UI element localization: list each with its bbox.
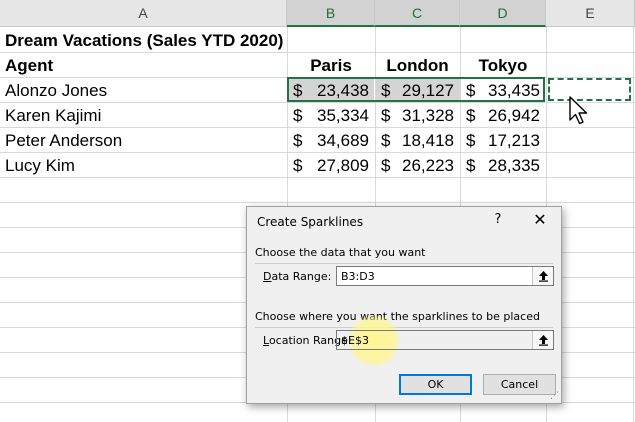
sales-cell[interactable]: $26,942 xyxy=(460,103,546,128)
gridline xyxy=(0,202,635,203)
currency-symbol: $ xyxy=(381,105,391,125)
help-button[interactable]: ? xyxy=(490,212,506,228)
create-sparklines-dialog: Create Sparklines ? ✕ Choose the data th… xyxy=(246,206,562,404)
location-range-value: $E$3 xyxy=(341,333,369,347)
sales-value: 27,809 xyxy=(317,155,369,175)
agent-cell[interactable]: Peter Anderson xyxy=(5,128,275,153)
data-group-label: Choose the data that you want xyxy=(255,246,426,259)
sales-value: 31,328 xyxy=(402,105,454,125)
column-header-c[interactable]: C xyxy=(375,0,460,27)
sheet-title-cell[interactable]: Dream Vacations (Sales YTD 2020) xyxy=(5,28,305,53)
currency-symbol: $ xyxy=(293,105,303,125)
column-header-a[interactable]: A xyxy=(0,0,287,27)
collapse-dialog-icon[interactable] xyxy=(532,331,553,349)
dialog-title: Create Sparklines xyxy=(257,215,364,229)
sales-value: 17,213 xyxy=(488,130,540,150)
sales-cell[interactable]: $35,334 xyxy=(287,103,375,128)
column-header-d[interactable]: D xyxy=(460,0,546,27)
group-divider xyxy=(255,327,553,328)
header-tokyo[interactable]: Tokyo xyxy=(460,53,546,78)
sales-value: 18,418 xyxy=(402,130,454,150)
location-range-input[interactable]: $E$3 xyxy=(336,330,554,350)
header-london[interactable]: London xyxy=(375,53,460,78)
sales-value: 34,689 xyxy=(317,130,369,150)
sales-cell[interactable]: $18,418 xyxy=(375,128,460,153)
currency-symbol: $ xyxy=(293,155,303,175)
currency-symbol: $ xyxy=(466,155,476,175)
sales-value: 26,942 xyxy=(488,105,540,125)
sales-cell[interactable]: $27,809 xyxy=(287,153,375,178)
column-header-b[interactable]: B xyxy=(287,0,375,27)
header-agent[interactable]: Agent xyxy=(5,53,275,78)
currency-symbol: $ xyxy=(293,130,303,150)
sales-cell[interactable]: $31,328 xyxy=(375,103,460,128)
currency-symbol: $ xyxy=(466,130,476,150)
sales-cell[interactable]: $28,335 xyxy=(460,153,546,178)
currency-symbol: $ xyxy=(466,105,476,125)
ok-button[interactable]: OK xyxy=(399,374,472,395)
sales-value: 26,223 xyxy=(402,155,454,175)
group-divider xyxy=(255,263,553,264)
collapse-dialog-icon[interactable] xyxy=(532,267,553,285)
data-range-input[interactable]: B3:D3 xyxy=(336,266,554,286)
gridline xyxy=(633,27,634,422)
currency-symbol: $ xyxy=(381,130,391,150)
sales-cell[interactable]: $17,213 xyxy=(460,128,546,153)
header-paris[interactable]: Paris xyxy=(287,53,375,78)
location-group-label: Choose where you want the sparklines to … xyxy=(255,310,540,323)
agent-cell[interactable]: Karen Kajimi xyxy=(5,103,275,128)
selected-range-outline xyxy=(287,77,545,102)
sales-value: 28,335 xyxy=(488,155,540,175)
mouse-pointer-icon xyxy=(569,96,588,125)
close-button[interactable]: ✕ xyxy=(531,212,549,230)
column-header-e[interactable]: E xyxy=(546,0,635,27)
agent-cell[interactable]: Alonzo Jones xyxy=(5,78,275,103)
data-range-label: Data Range: xyxy=(263,270,332,283)
agent-cell[interactable]: Lucy Kim xyxy=(5,153,275,178)
currency-symbol: $ xyxy=(381,155,391,175)
resize-grip-icon[interactable]: ⋰ xyxy=(550,391,559,401)
sales-cell[interactable]: $26,223 xyxy=(375,153,460,178)
data-range-value: B3:D3 xyxy=(341,269,375,283)
sales-value: 35,334 xyxy=(317,105,369,125)
cancel-button[interactable]: Cancel xyxy=(483,374,556,395)
sales-cell[interactable]: $34,689 xyxy=(287,128,375,153)
